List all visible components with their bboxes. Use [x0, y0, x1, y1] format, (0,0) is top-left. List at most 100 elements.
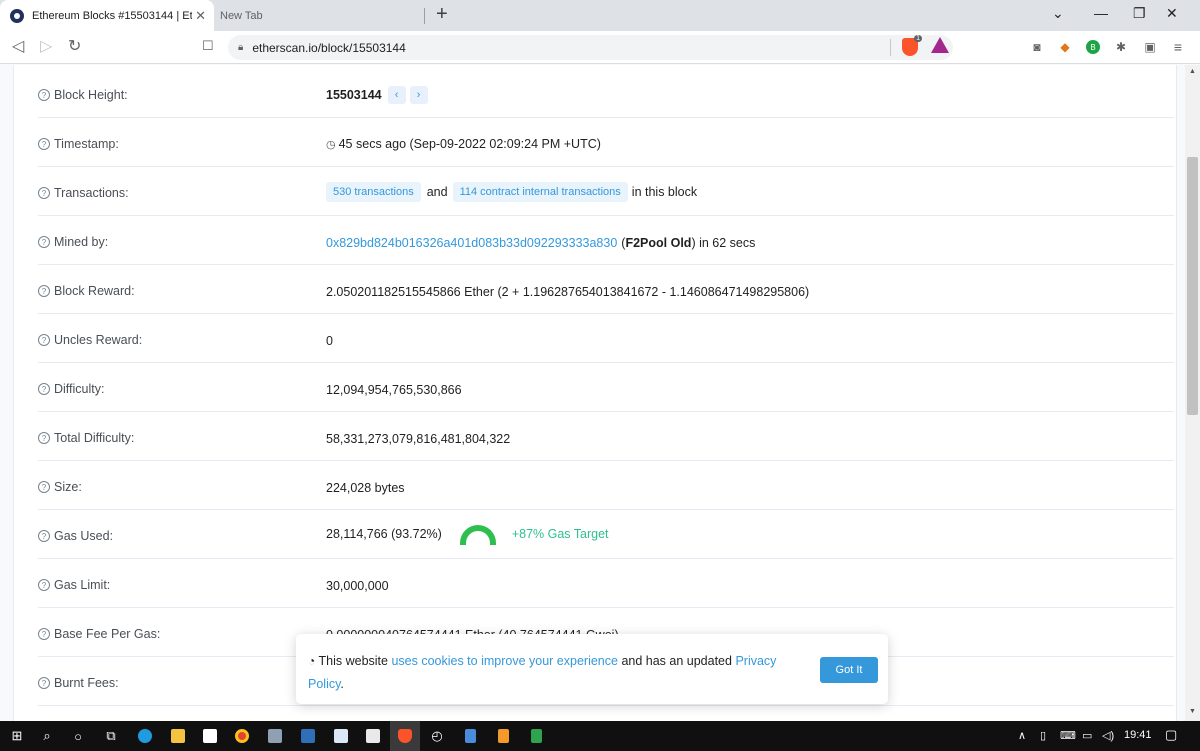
page-content: ? Block Height: 15503144 ‹ › ? Timestamp: …	[0, 65, 1185, 721]
cookie-text-part: and has an updated	[617, 654, 736, 668]
row-label: Difficulty:	[54, 382, 105, 396]
tab-title: Ethereum Blocks #15503144 | Ethe	[32, 9, 192, 22]
help-icon[interactable]: ?	[38, 285, 50, 297]
page-scrollbar[interactable]: ▲ ▼	[1185, 65, 1200, 721]
and-text: and	[426, 185, 448, 199]
browser-toolbar: ◁ ▷ ↻ ☐ 🔒︎ etherscan.io/block/15503144 1…	[0, 31, 1200, 64]
new-tab-button[interactable]: +	[436, 3, 448, 26]
row-block-height: ? Block Height: 15503144 ‹ ›	[38, 69, 1174, 118]
uncles-reward-value: 0	[326, 334, 333, 348]
photos-icon[interactable]	[266, 727, 284, 745]
row-block-reward: ? Block Reward: 2.050201182515545866 Ethe…	[38, 265, 1174, 314]
tab-new-tab[interactable]: New Tab	[220, 0, 263, 31]
gas-gauge-icon	[459, 525, 496, 545]
row-gas-limit: ? Gas Limit: 30,000,000	[38, 559, 1174, 608]
help-icon[interactable]: ?	[38, 334, 50, 346]
language-icon[interactable]: ⌨	[1060, 729, 1076, 742]
document-orange-icon[interactable]	[494, 727, 512, 745]
cookie-policy-link[interactable]: uses cookies to improve your experience	[391, 654, 618, 668]
file-explorer-icon[interactable]	[169, 727, 187, 745]
wallet-icon[interactable]: ▣	[1142, 39, 1158, 55]
scroll-down-arrow-icon[interactable]: ▼	[1189, 708, 1196, 715]
bookmark-icon[interactable]: ☐	[202, 38, 214, 54]
volume-icon[interactable]: ◁)	[1102, 729, 1114, 742]
store-icon[interactable]	[201, 727, 219, 745]
miner-address-link[interactable]: 0x829bd824b016326a401d083b33d092293333a8…	[326, 236, 617, 250]
windows-start-icon[interactable]: ⊞	[8, 727, 26, 745]
network-icon[interactable]: ▭	[1082, 729, 1092, 742]
taskbar-clock[interactable]: 19:41	[1124, 729, 1152, 741]
help-icon[interactable]: ?	[38, 383, 50, 395]
document-icon[interactable]	[461, 727, 479, 745]
row-label: Gas Limit:	[54, 578, 111, 592]
clock-app-icon[interactable]: ◴	[428, 727, 446, 745]
help-icon[interactable]: ?	[38, 432, 50, 444]
help-icon[interactable]: ?	[38, 579, 50, 591]
lock-icon[interactable]: 🔒︎	[238, 42, 243, 53]
help-icon[interactable]: ?	[38, 187, 50, 199]
cookie-banner: ◔ This website uses cookies to improve y…	[296, 634, 888, 704]
edge-icon[interactable]	[136, 727, 154, 745]
help-icon[interactable]: ?	[38, 628, 50, 640]
difficulty-value: 12,094,954,765,530,866	[326, 383, 462, 397]
brave-rewards-icon[interactable]	[931, 37, 949, 53]
menu-icon[interactable]: ≡	[1170, 39, 1186, 55]
help-icon[interactable]: ?	[38, 677, 50, 689]
extension-b-icon[interactable]: B	[1085, 39, 1101, 55]
chrome-icon[interactable]	[233, 727, 251, 745]
row-label: Timestamp:	[54, 137, 119, 151]
total-difficulty-value: 58,331,273,079,816,481,804,322	[326, 432, 511, 446]
tray-chevron-up-icon[interactable]: ∧	[1018, 729, 1026, 742]
spreadsheet-icon[interactable]	[527, 727, 545, 745]
reload-button[interactable]: ↻	[68, 36, 81, 56]
row-label: Mined by:	[54, 235, 109, 249]
task-view-icon[interactable]: ⧉	[102, 727, 120, 745]
cookie-text: ◔ This website uses cookies to improve y…	[308, 650, 798, 696]
row-total-difficulty: ? Total Difficulty: 58,331,273,079,816,48…	[38, 412, 1174, 461]
scroll-up-arrow-icon[interactable]: ▲	[1189, 68, 1196, 75]
restore-button[interactable]: ❐	[1133, 5, 1146, 22]
search-icon[interactable]: ⌕	[38, 727, 56, 745]
help-icon[interactable]: ?	[38, 236, 50, 248]
row-label: Gas Used:	[54, 529, 114, 543]
cortana-circle-icon[interactable]: ○	[69, 727, 87, 745]
brave-browser-icon[interactable]	[396, 727, 414, 745]
block-reward-value: 2.050201182515545866 Ether (2 + 1.196287…	[326, 285, 810, 299]
gas-used-value: 28,114,766 (93.72%)	[326, 527, 442, 541]
camera-icon[interactable]: ◙	[1029, 39, 1045, 55]
notifications-icon[interactable]: ▢	[1165, 727, 1177, 743]
tab-etherscan[interactable]: Ethereum Blocks #15503144 | Ethe ✕	[0, 0, 214, 31]
row-label: Base Fee Per Gas:	[54, 627, 161, 641]
brave-shields-icon[interactable]: 1	[902, 35, 922, 56]
in-this-block-text: in this block	[631, 185, 698, 199]
tab-search-chevron-icon[interactable]: ⌄	[1052, 5, 1064, 22]
battery-icon[interactable]: ▯	[1040, 729, 1046, 742]
notepad-icon[interactable]	[332, 727, 350, 745]
got-it-button[interactable]: Got It	[820, 657, 878, 683]
minimize-button[interactable]: —	[1094, 5, 1108, 21]
row-difficulty: ? Difficulty: 12,094,954,765,530,866	[38, 363, 1174, 412]
help-icon[interactable]: ?	[38, 138, 50, 150]
internal-transactions-link[interactable]: 114 contract internal transactions	[452, 182, 628, 202]
editor-icon[interactable]	[364, 727, 382, 745]
help-icon[interactable]: ?	[38, 530, 50, 542]
close-window-button[interactable]: ✕	[1166, 5, 1178, 22]
help-icon[interactable]: ?	[38, 481, 50, 493]
cookie-text-part: This website	[318, 654, 392, 668]
address-bar[interactable]: 🔒︎ etherscan.io/block/15503144	[228, 35, 953, 60]
next-block-chevron-right-icon[interactable]: ›	[409, 86, 428, 104]
shield-count-badge: 1	[914, 35, 922, 42]
metamask-fox-icon[interactable]: ◆	[1057, 39, 1073, 55]
back-button[interactable]: ◁	[12, 36, 24, 56]
prev-block-chevron-left-icon[interactable]: ‹	[387, 86, 406, 104]
row-label: Block Reward:	[54, 284, 135, 298]
tab-close-icon[interactable]: ✕	[195, 8, 206, 24]
scrollbar-thumb[interactable]	[1187, 157, 1198, 415]
app-icon[interactable]	[299, 727, 317, 745]
etherscan-favicon-icon	[10, 8, 24, 23]
help-icon[interactable]: ?	[38, 89, 50, 101]
block-overview-card: ? Block Height: 15503144 ‹ › ? Timestamp: …	[13, 65, 1177, 721]
extensions-puzzle-icon[interactable]: ✱	[1113, 39, 1129, 55]
forward-button[interactable]: ▷	[40, 36, 52, 56]
transactions-count-link[interactable]: 530 transactions	[326, 182, 421, 202]
